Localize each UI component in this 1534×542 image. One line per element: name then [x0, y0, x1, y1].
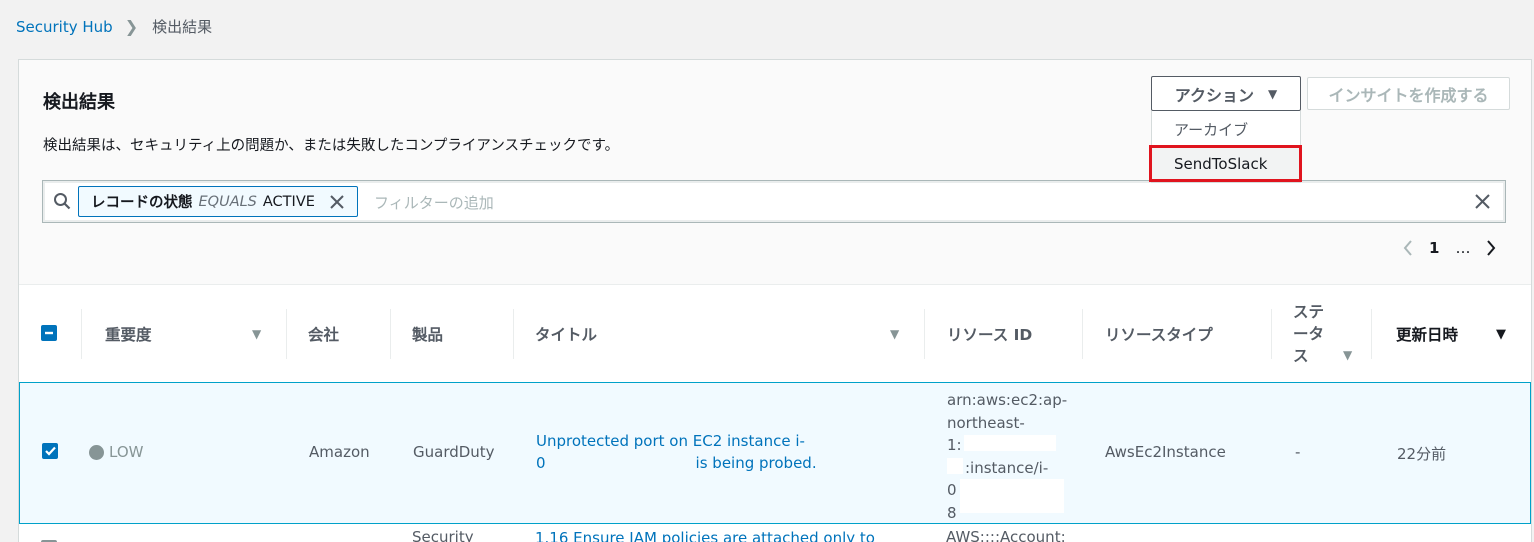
column-header-updated[interactable]: 更新日時 ▼ [1371, 285, 1531, 383]
filter-token-value: ACTIVE [262, 193, 315, 210]
page-ellipsis: … [1455, 239, 1471, 257]
filter-bar[interactable]: レコードの状態 EQUALS ACTIVE フィルターの追加 [42, 180, 1506, 223]
column-header-company-label: 会社 [308, 326, 340, 344]
page-number[interactable]: 1 [1429, 239, 1439, 257]
add-filter-input[interactable]: フィルターの追加 [374, 192, 494, 213]
column-header-status[interactable]: ステ ータ ス ▼ [1271, 285, 1371, 383]
minus-icon [45, 331, 53, 335]
column-header-title[interactable]: タイトル ▼ [513, 285, 924, 383]
actions-button-label: アクション [1174, 85, 1254, 105]
column-header-severity-label: 重要度 [105, 326, 152, 344]
product-value: GuardDuty [413, 443, 495, 461]
page-title: 検出結果 [43, 92, 115, 113]
finding-title-link[interactable]: Unprotected port on EC2 instance i- 0 is … [536, 430, 817, 474]
product-value: Security [412, 528, 474, 542]
filter-token-operator: EQUALS [198, 193, 257, 210]
menu-item-send-to-slack[interactable]: SendToSlack [1149, 145, 1302, 182]
column-header-status-label: ステ ータ ス [1293, 301, 1324, 367]
column-header-product[interactable]: 製品 [390, 285, 513, 383]
sort-descending-icon: ▼ [1496, 327, 1506, 342]
sort-icon: ▼ [890, 327, 900, 341]
actions-dropdown-button[interactable]: アクション ▼ [1151, 76, 1301, 111]
breadcrumb-current: 検出結果 [152, 18, 213, 36]
resource-id-line: northeast- [947, 413, 1025, 432]
check-icon [44, 446, 56, 456]
breadcrumb: Security Hub ❯ 検出結果 [16, 16, 212, 37]
column-header-product-label: 製品 [412, 326, 444, 344]
chevron-left-icon[interactable] [1403, 239, 1413, 257]
column-header-severity[interactable]: 重要度 ▼ [81, 285, 286, 383]
finding-title-link[interactable]: 1.16 Ensure IAM policies are attached on… [535, 527, 875, 542]
findings-panel: 検出結果 検出結果は、セキュリティ上の問題か、または失敗したコンプライアンスチェ… [18, 59, 1532, 542]
finding-title-id-start: 0 [536, 454, 546, 472]
chevron-right-icon[interactable] [1486, 239, 1496, 257]
panel-header: 検出結果 検出結果は、セキュリティ上の問題か、または失敗したコンプライアンスチェ… [19, 60, 1531, 284]
menu-item-archive[interactable]: アーカイブ [1152, 111, 1302, 147]
filter-token-key: レコードの状態 [91, 195, 193, 211]
severity-dot-icon [89, 445, 104, 460]
severity-value: LOW [109, 443, 144, 461]
column-header-updated-label: 更新日時 [1396, 326, 1459, 344]
redacted-block [947, 458, 963, 474]
resource-id-line: :instance/i- [965, 458, 1049, 477]
column-header-status-line: ステ [1293, 303, 1325, 321]
filter-token: レコードの状態 EQUALS ACTIVE [78, 186, 358, 217]
table-header-row: 重要度 ▼ 会社 製品 タイトル ▼ リソース ID リソースタイプ ステ ータ… [19, 284, 1531, 382]
column-header-resource-type[interactable]: リソースタイプ [1082, 285, 1271, 383]
sort-icon: ▼ [1343, 348, 1353, 362]
resource-type-value: AwsEc2Instance [1105, 443, 1226, 461]
caret-down-icon: ▼ [1267, 86, 1278, 101]
select-all-checkbox[interactable] [41, 325, 57, 341]
finding-title-line: Unprotected port on EC2 instance i- [536, 432, 805, 450]
actions-menu: アーカイブ SendToSlack [1149, 111, 1302, 183]
redacted-block [964, 435, 1056, 451]
table-row[interactable]: Security 1.16 Ensure IAM policies are at… [19, 524, 1531, 542]
column-header-resource-id-label: リソース ID [947, 326, 1033, 344]
finding-title-line: 0 is being probed. [536, 452, 817, 474]
company-value: Amazon [309, 443, 370, 461]
status-value: - [1295, 443, 1301, 461]
finding-title-end: is being probed. [695, 454, 817, 472]
breadcrumb-security-hub-link[interactable]: Security Hub [16, 18, 113, 36]
resource-id-line: arn:aws:ec2:ap- [947, 391, 1068, 409]
row-checkbox[interactable] [42, 443, 58, 459]
column-header-title-label: タイトル [535, 326, 598, 344]
resource-id-value: AWS::::Account: [946, 528, 1066, 542]
column-header-resource-id[interactable]: リソース ID [924, 285, 1082, 383]
table-row[interactable]: LOW Amazon GuardDuty Unprotected port on… [19, 382, 1531, 524]
column-header-status-line: ータ [1293, 325, 1325, 343]
remove-filter-icon[interactable] [329, 194, 345, 210]
column-header-status-line: ス [1293, 347, 1309, 365]
pagination: 1 … [1403, 239, 1496, 257]
chevron-right-icon: ❯ [124, 17, 139, 36]
column-header-resource-type-label: リソースタイプ [1105, 326, 1213, 344]
page-description: 検出結果は、セキュリティ上の問題か、または失敗したコンプライアンスチェックです。 [43, 138, 620, 154]
clear-filters-icon[interactable] [1474, 193, 1491, 210]
redacted-block [960, 479, 1064, 513]
create-insight-button[interactable]: インサイトを作成する [1307, 77, 1510, 110]
sort-icon: ▼ [252, 327, 262, 341]
column-header-company[interactable]: 会社 [286, 285, 390, 383]
updated-value: 22分前 [1397, 445, 1447, 463]
search-icon [54, 193, 71, 210]
